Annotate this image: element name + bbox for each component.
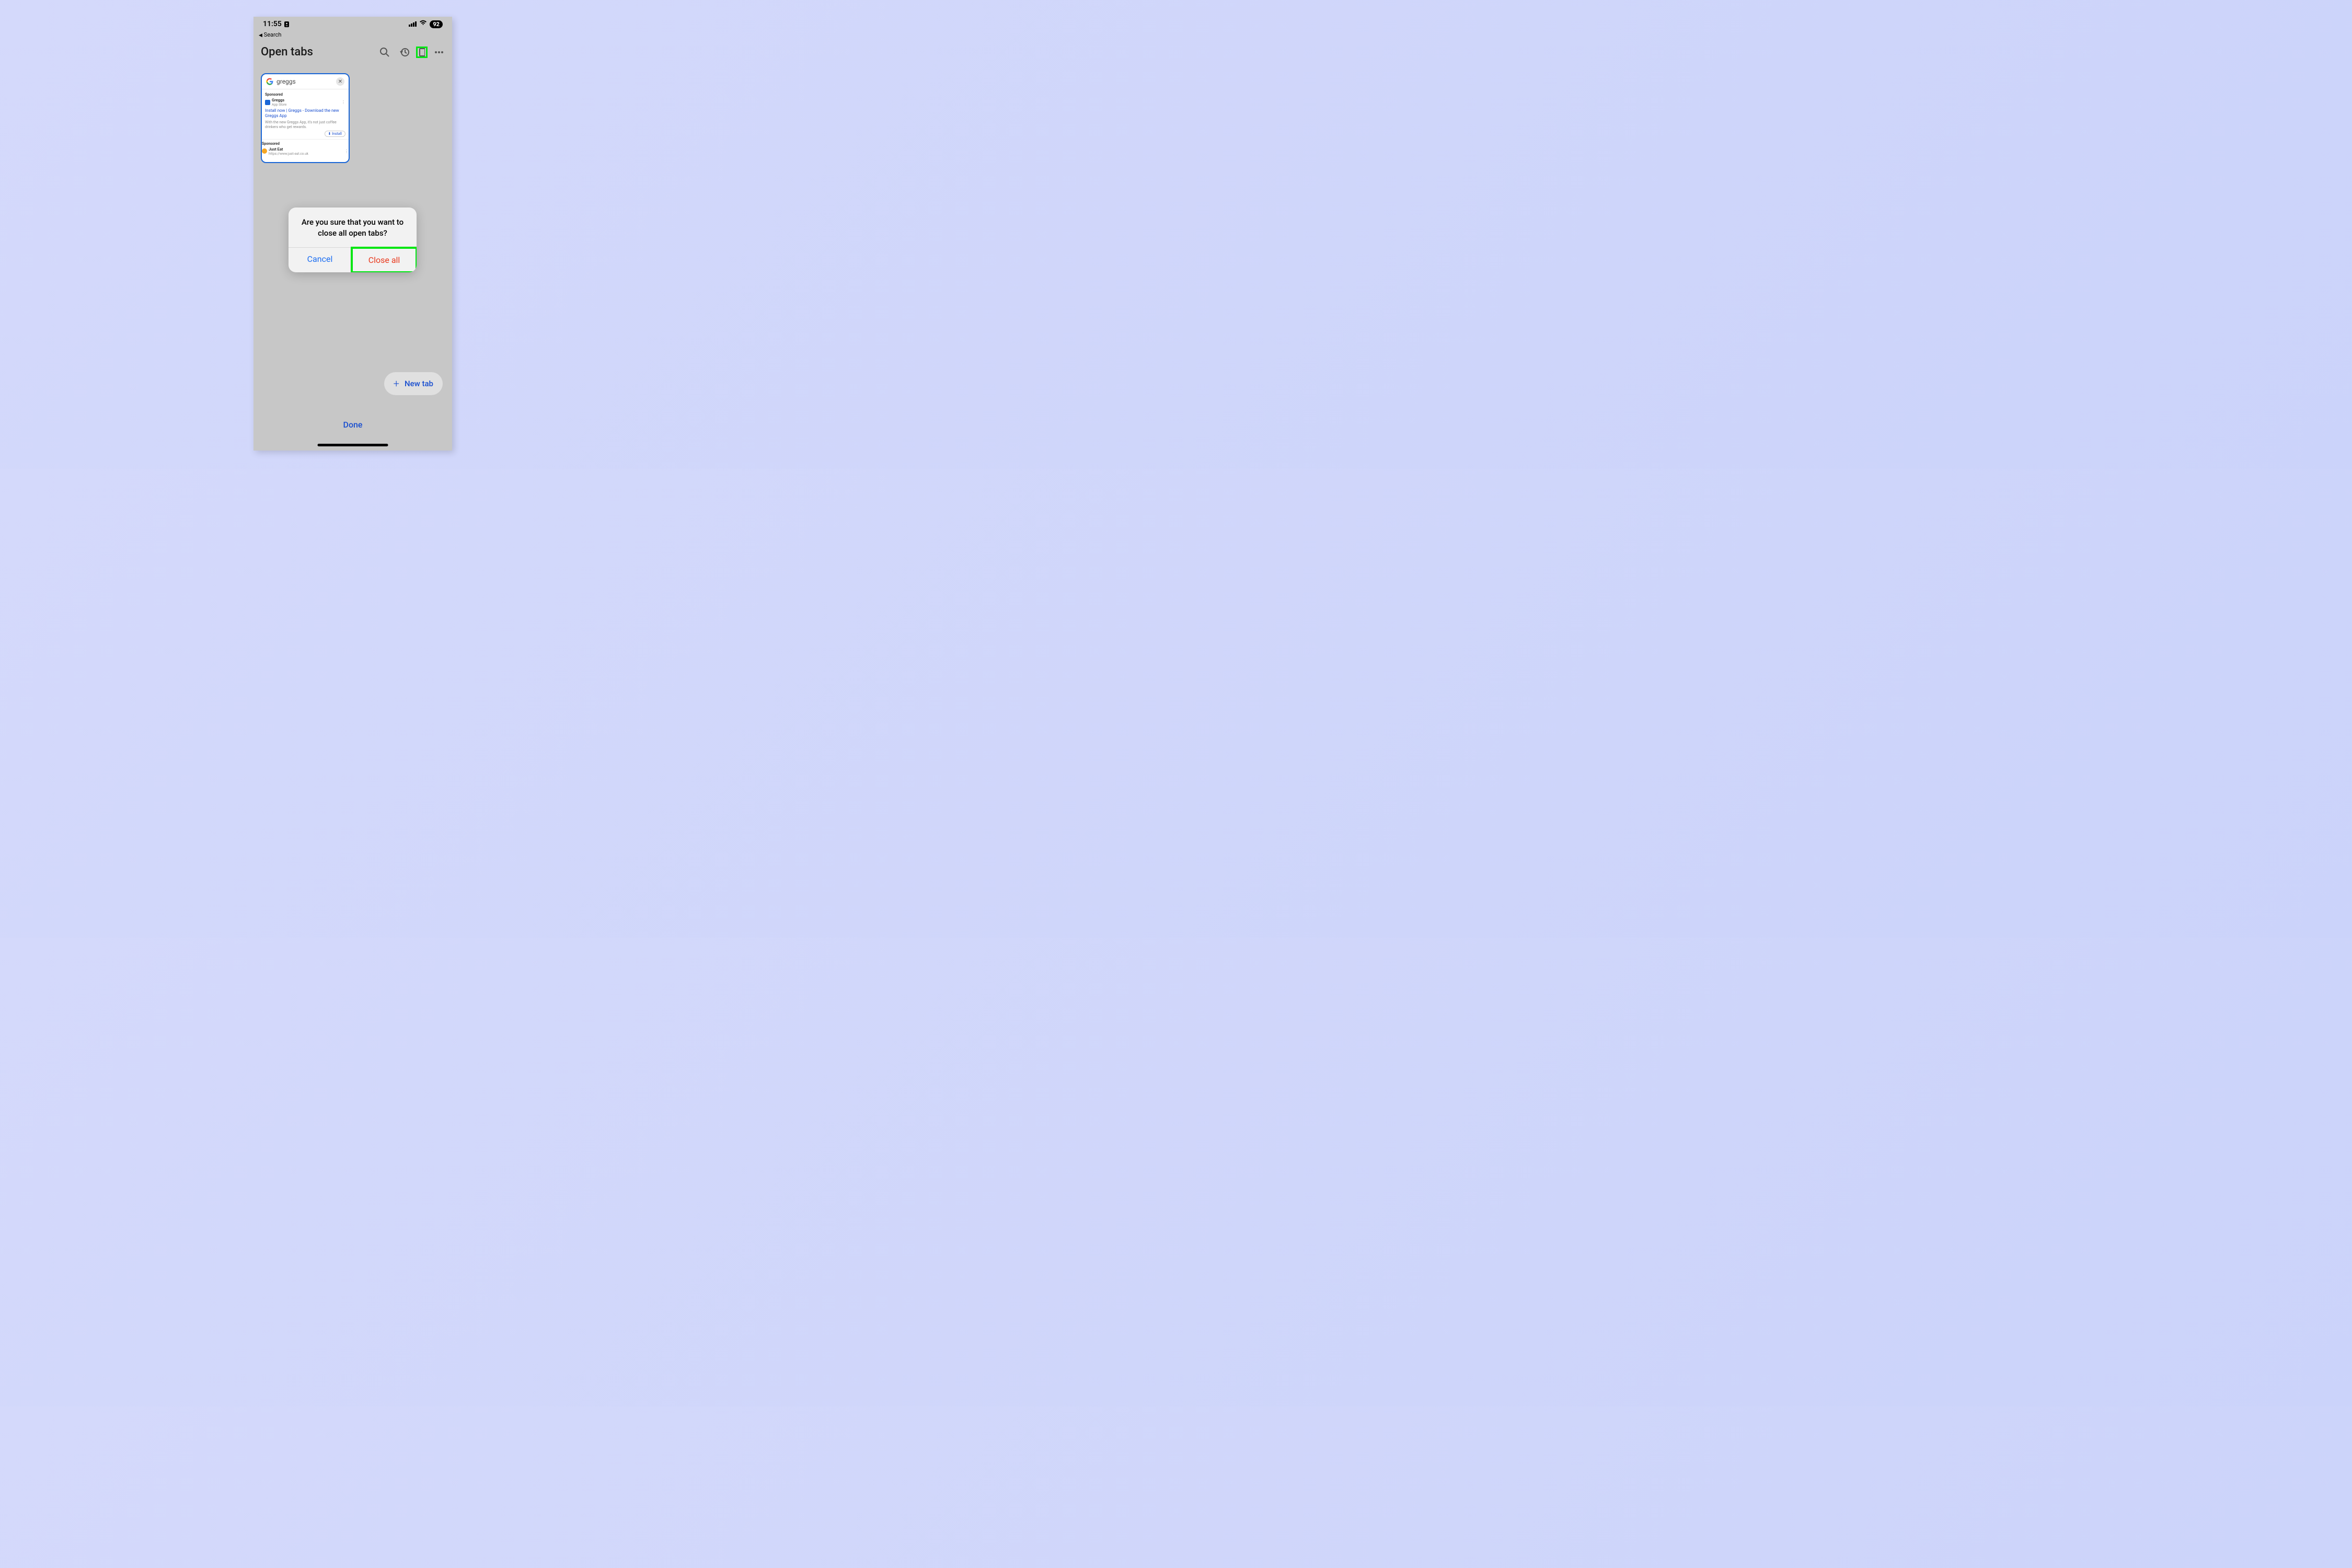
- google-g-icon: [266, 78, 273, 85]
- justeat-favicon: [262, 148, 267, 154]
- wifi-icon: [419, 20, 427, 28]
- confirm-dialog: Are you sure that you want to close all …: [289, 207, 417, 272]
- install-button: ⬇ Install: [325, 131, 346, 137]
- cancel-button[interactable]: Cancel: [289, 248, 352, 272]
- close-tab-button[interactable]: ✕: [336, 77, 344, 86]
- result-url-2: https://www.just-eat.co.uk: [269, 152, 308, 156]
- page-header: Open tabs: [253, 40, 452, 66]
- tab-content-preview: Sponsored Greggs App Store ⋮ Install now…: [262, 89, 349, 158]
- clock: 11:55: [263, 20, 282, 28]
- back-label: Search: [264, 31, 282, 38]
- greggs-favicon: [265, 100, 270, 105]
- status-bar: 11:55 92: [253, 17, 452, 31]
- signal-icon: [409, 21, 417, 27]
- result-source: App Store: [272, 102, 286, 107]
- result-kebab-icon: ⋮: [341, 100, 345, 105]
- back-to-search[interactable]: ◀ Search: [253, 31, 452, 40]
- back-triangle-icon: ◀: [259, 33, 262, 38]
- battery-indicator: 92: [430, 20, 443, 28]
- tab-groups-icon[interactable]: [416, 47, 428, 58]
- page-title: Open tabs: [261, 45, 313, 59]
- sponsored-label-2: Sponsored: [262, 142, 349, 146]
- result-description: With the new Greggs App, it's not just c…: [265, 120, 345, 130]
- plus-icon: +: [394, 377, 399, 390]
- tab-title: greggs: [276, 78, 333, 85]
- home-indicator[interactable]: [318, 444, 388, 446]
- phone-frame: 11:55 92 ◀ Search Open tabs: [253, 17, 452, 451]
- close-all-button[interactable]: Close all: [351, 247, 417, 272]
- done-button[interactable]: Done: [253, 420, 452, 430]
- profile-icon: [284, 21, 290, 28]
- search-icon[interactable]: [379, 47, 390, 58]
- new-tab-button[interactable]: + New tab: [384, 372, 443, 395]
- result-title: Greggs: [272, 98, 286, 102]
- dialog-message: Are you sure that you want to close all …: [289, 207, 417, 247]
- more-icon[interactable]: [433, 47, 445, 58]
- tab-thumbnail[interactable]: greggs ✕ Sponsored Greggs App Store ⋮ In…: [261, 73, 350, 163]
- result-title-2: Just Eat: [269, 147, 308, 152]
- sponsored-label: Sponsored: [265, 93, 345, 97]
- result-kebab-icon-2: ⋮: [344, 149, 349, 154]
- result-link: Install now | Greggs - Download the new …: [265, 108, 345, 119]
- history-icon[interactable]: [399, 47, 410, 58]
- new-tab-label: New tab: [405, 379, 433, 388]
